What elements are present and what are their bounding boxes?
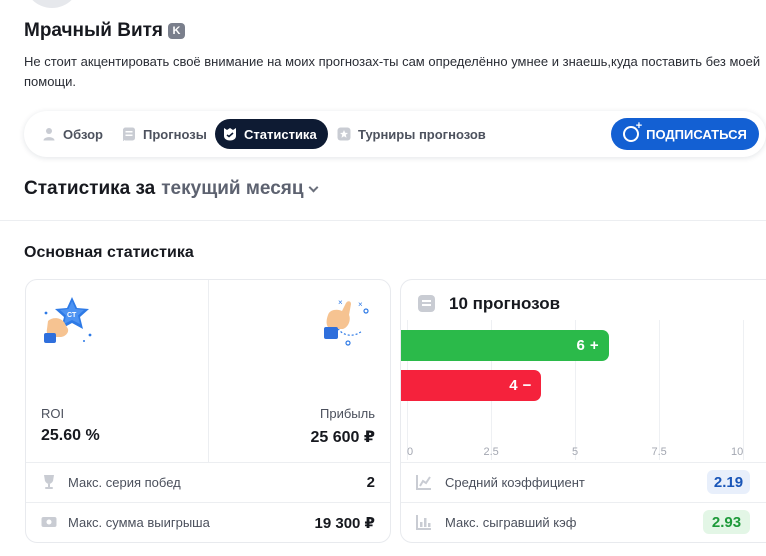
tournament-icon — [337, 127, 351, 141]
subscribe-label: ПОДПИСАТЬСЯ — [646, 126, 747, 142]
roi-value: 25.60 % — [41, 427, 100, 444]
avg-coef-value: 2.19 — [707, 470, 750, 494]
forecast-list-icon — [418, 295, 435, 312]
row-divider — [401, 462, 766, 463]
chevron-down-icon — [308, 182, 319, 192]
row-divider — [26, 462, 390, 463]
chart-tick-label: 5 — [572, 446, 579, 458]
minus-icon: − — [522, 377, 532, 394]
roi-label: ROI — [41, 406, 65, 421]
max-win-streak-value: 2 — [366, 474, 375, 491]
max-played-coef-value: 2.93 — [703, 510, 750, 534]
tab-label: Прогнозы — [143, 126, 207, 142]
period-selector[interactable]: Статистика за текущий месяц — [24, 178, 319, 200]
forecast-card — [400, 279, 766, 543]
subscribe-button[interactable]: ПОДПИСАТЬСЯ — [611, 118, 759, 150]
svg-text:×: × — [358, 300, 363, 309]
person-icon — [43, 128, 55, 141]
list-icon — [123, 127, 135, 141]
tab-statistics[interactable]: Статистика — [215, 119, 328, 149]
chart-icon — [416, 475, 431, 490]
main-stats-title: Основная статистика — [24, 244, 194, 261]
avg-coef-label: Средний коэффициент — [445, 475, 585, 490]
row-divider — [401, 502, 766, 503]
verified-badge: K — [168, 23, 186, 39]
period-value: текущий месяц — [161, 178, 304, 199]
tab-overview[interactable]: Обзор — [34, 119, 113, 149]
stats-title-prefix: Статистика за — [24, 178, 156, 199]
avatar — [24, 0, 80, 8]
tab-label: Обзор — [63, 126, 103, 142]
profile-bio: Не стоит акцентировать своё внимание на … — [24, 54, 761, 89]
win-bar: 6 + — [401, 330, 609, 361]
max-win-amount-value: 19 300 ₽ — [314, 515, 375, 532]
profit-hand-icon: × × — [324, 298, 369, 346]
chart-tick-label: 7.5 — [651, 446, 667, 458]
max-played-coef-label: Макс. сыгравший кэф — [445, 515, 577, 530]
win-count: 6 — [576, 337, 585, 354]
profile-name-text: Мрачный Витя — [24, 20, 164, 41]
stats-shield-icon — [224, 128, 236, 141]
chart-tick-label: 2.5 — [483, 446, 499, 458]
loss-bar: 4 − — [401, 370, 542, 401]
cash-icon — [41, 517, 57, 527]
svg-text:×: × — [338, 298, 343, 307]
chart-tick-label: 10 — [731, 446, 744, 458]
card-divider — [208, 280, 209, 462]
trophy-icon — [44, 475, 54, 489]
max-win-streak-label: Макс. серия побед — [68, 475, 181, 490]
plus-icon: + — [589, 337, 599, 354]
section-divider — [0, 220, 766, 221]
chart-gridline — [743, 320, 744, 460]
forecast-count-title: 10 прогнозов — [449, 294, 561, 313]
profit-label: Прибыль — [320, 406, 375, 421]
bar-chart-icon — [416, 515, 431, 530]
tab-tournaments[interactable]: Турниры прогнозов — [329, 119, 496, 149]
profit-value: 25 600 ₽ — [310, 429, 375, 446]
loss-count: 4 — [509, 377, 518, 394]
tab-label: Статистика — [244, 126, 317, 142]
tab-forecasts[interactable]: Прогнозы — [114, 119, 217, 149]
row-divider — [26, 502, 390, 503]
chart-gridline — [659, 320, 660, 460]
tab-label: Турниры прогнозов — [358, 126, 486, 142]
chart-tick-label: 0 — [407, 446, 414, 458]
subscribe-plus-icon — [623, 120, 642, 142]
roi-star-hand-icon: CT — [44, 297, 92, 343]
svg-text:CT: CT — [67, 312, 77, 319]
profile-name: Мрачный Витя K — [24, 20, 186, 42]
max-win-amount-label: Макс. сумма выигрыша — [68, 515, 210, 530]
